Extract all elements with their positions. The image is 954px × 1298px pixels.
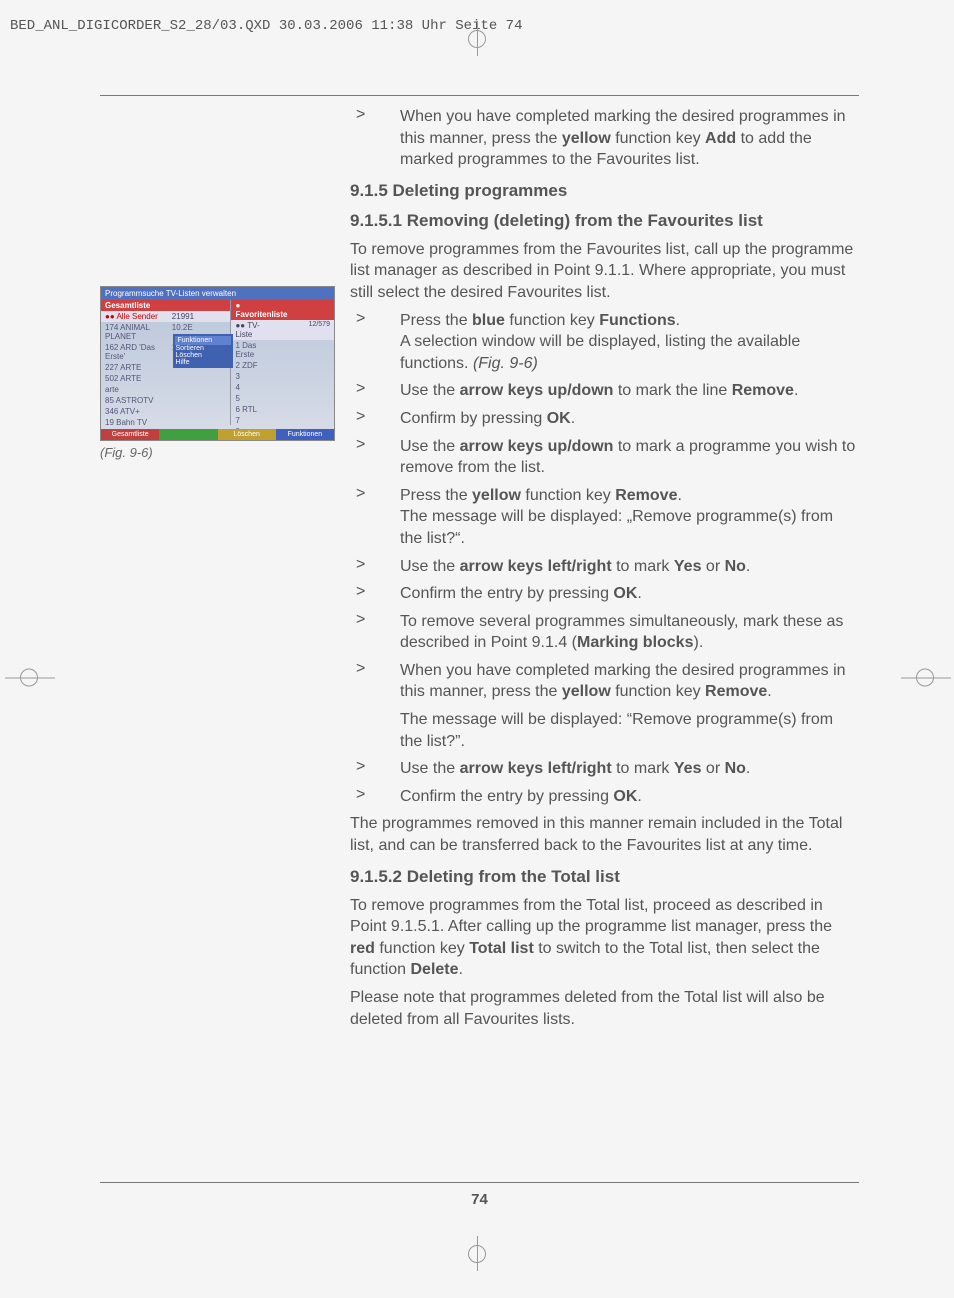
paragraph: The message will be displayed: “Remove p… [400,709,859,752]
body-text: > When you have completed marking the de… [350,106,859,1168]
fig-list-row: 502 ARTE [101,373,230,384]
crop-mark-bottom [468,1245,486,1268]
paragraph: To remove programmes from the Total list… [350,895,859,981]
crop-mark-top [468,30,486,53]
fig-popup-title: Funktionen [175,336,231,345]
figure-title: Programmsuche TV-Listen verwalten [101,287,334,300]
step: >Confirm by pressing OK. [350,408,859,430]
figure-9-6: Programmsuche TV-Listen verwalten Gesamt… [100,286,335,441]
fig-left-header: Gesamtliste [105,301,172,310]
step: >Use the arrow keys up/down to mark the … [350,380,859,402]
step: >Press the yellow function key Remove.Th… [350,485,859,550]
fig-right-count: 12/579 [309,321,330,339]
fig-list-row: 2 ZDF [231,360,334,371]
step: >Confirm the entry by pressing OK. [350,583,859,605]
fig-footer-red: Gesamtliste [101,429,159,440]
step: >Press the blue function key Functions.A… [350,310,859,375]
fig-footer-blue: Funktionen [276,429,334,440]
paragraph: To remove programmes from the Favourites… [350,239,859,304]
fig-list-row: 1 Das Erste [231,340,334,360]
paragraph: Please note that programmes deleted from… [350,987,859,1030]
heading-9-1-5: 9.1.5 Deleting programmes [350,181,859,201]
fig-right-label: TV-Liste [235,321,259,339]
crop-mark-left [20,669,38,692]
fig-list-row: 85 ASTROTV [101,395,230,406]
step: >Use the arrow keys left/right to mark Y… [350,556,859,578]
fig-list-row: 7 [231,415,334,426]
heading-9-1-5-2: 9.1.5.2 Deleting from the Total list [350,867,859,887]
step: >Confirm the entry by pressing OK. [350,786,859,808]
fig-popup-item: Hilfe [175,359,231,366]
file-header: BED_ANL_DIGICORDER_S2_28/03.QXD 30.03.20… [10,18,522,34]
figure-sidebar: Programmsuche TV-Listen verwalten Gesamt… [100,286,335,460]
step: >When you have completed marking the des… [350,660,859,703]
fig-popup-item: Sortieren [175,345,231,352]
fig-sort: Alle Sender [116,312,157,321]
page-number: 74 [100,1182,859,1208]
fig-footer: Gesamtliste Löschen Funktionen [101,429,334,440]
fig-popup: Funktionen Sortieren Löschen Hilfe [173,334,233,368]
fig-list-row: 19 Bahn TV [101,417,230,428]
figure-caption: (Fig. 9-6) [100,445,335,460]
step: >To remove several programmes simultaneo… [350,611,859,654]
fig-list-row: 4 [231,382,334,393]
fig-list-row: 346 ATV+ [101,406,230,417]
step: > When you have completed marking the de… [350,106,859,171]
fig-popup-item: Löschen [175,352,231,359]
fig-footer-yellow: Löschen [218,429,276,440]
heading-9-1-5-1: 9.1.5.1 Removing (deleting) from the Fav… [350,211,859,231]
paragraph: The programmes removed in this manner re… [350,813,859,856]
page-frame: Programmsuche TV-Listen verwalten Gesamt… [100,95,859,1208]
step: >Use the arrow keys left/right to mark Y… [350,758,859,780]
fig-list-row: 5 [231,393,334,404]
crop-mark-right [916,669,934,692]
fig-left-count: 21991 [172,312,190,321]
fig-right-header: Favoritenliste [235,310,287,319]
fig-list-row: arte [101,384,230,395]
step: >Use the arrow keys up/down to mark a pr… [350,436,859,479]
fig-list-row: 6 RTL [231,404,334,415]
fig-footer-green [159,429,217,440]
fig-list-row: 3 [231,371,334,382]
